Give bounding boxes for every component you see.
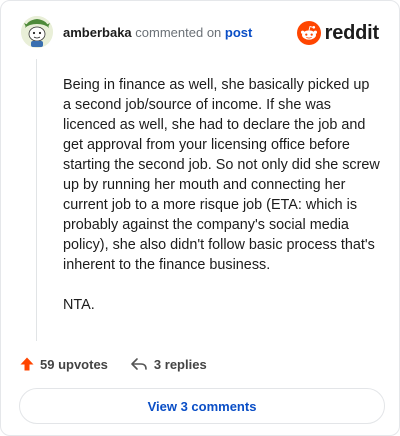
comment-actions: 59 upvotes 3 replies [19, 355, 207, 373]
post-link[interactable]: post [225, 25, 252, 40]
reddit-logo[interactable]: reddit [296, 20, 380, 46]
avatar-icon [21, 16, 53, 48]
comment-body: Being in finance as well, she basically … [63, 75, 381, 335]
reddit-wordmark: reddit [324, 21, 380, 44]
reddit-logo-icon [296, 21, 321, 45]
replies-button[interactable]: 3 replies [130, 356, 207, 372]
avatar[interactable] [21, 16, 53, 48]
username-link[interactable]: amberbaka [63, 25, 132, 40]
comment-paragraph: NTA. [63, 297, 95, 313]
reply-arrow-icon [131, 358, 147, 370]
upvote-count: 59 upvotes [40, 356, 108, 372]
view-comments-button[interactable]: View 3 comments [19, 388, 385, 424]
upvote-button[interactable]: 59 upvotes [19, 356, 108, 372]
comment-paragraph: Being in finance as well, she basically … [63, 77, 380, 273]
thread-line [36, 59, 37, 341]
comment-card: amberbaka commented on post reddit Being… [0, 0, 400, 436]
replies-count: 3 replies [153, 356, 207, 372]
comment-header: amberbaka commented on post [63, 25, 252, 41]
commented-on-text: commented on [135, 25, 222, 40]
upvote-arrow-icon [20, 357, 34, 371]
